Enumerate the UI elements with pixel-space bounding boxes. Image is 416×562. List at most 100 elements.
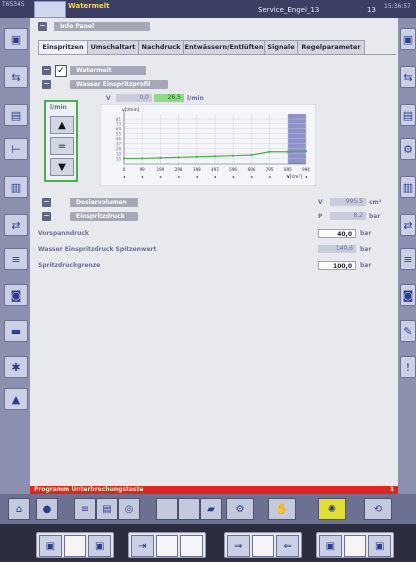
mold-blank-icon[interactable] [180,535,204,557]
log-icon[interactable]: ▲ [4,388,28,410]
watermelt-toggle[interactable]: − [42,66,51,75]
motor-right-icon[interactable]: ▣ [88,535,112,557]
right-sidebar: ▣ ⇆ ▤ ⚙ ▥ ⇄ ≡ ◙ ✎ ! [398,18,416,496]
tab-nachdruck[interactable]: Nachdruck [138,40,184,55]
clock: 15:36:57 [384,3,411,10]
tab-einspritzen[interactable]: Einspritzen [38,40,88,55]
chart-frame [100,104,316,186]
bottom-keypad: ▣ ▣ ⇥ ⇒ ⇐ ▣ ▣ [0,524,416,562]
dosing-icon[interactable]: ≡ [4,248,28,270]
cycle-icon[interactable]: ⇆ [400,66,416,88]
quality-icon[interactable]: ▤ [400,104,416,126]
blank-key-2[interactable] [178,498,200,520]
pressure-value: 8,2 [330,212,366,220]
eject-left-icon[interactable]: ▣ [319,535,342,557]
chart-tick-marker: ◂ [141,174,143,179]
profile-toggle[interactable]: − [42,80,51,89]
home-icon[interactable]: ⌂ [8,498,30,520]
service-icon[interactable]: ◙ [400,284,416,306]
edit-icon[interactable]: ✎ [400,320,416,342]
watermelt-checkbox[interactable]: ✓ [55,65,67,77]
profile-header: Wasser Einspritzprofil [70,80,168,89]
blank-key[interactable] [63,535,87,557]
chart-y-tick-label: 19 [116,151,122,156]
injection-unit-icon[interactable]: ⇆ [4,66,28,88]
app-logo-icon [34,1,66,18]
chart-data-point [232,154,235,157]
process-icon[interactable]: ⇄ [4,214,28,236]
info-panel-toggle[interactable]: − [38,22,47,31]
chart-x-tick-label: 298 [175,167,183,172]
data-icon[interactable]: ≡ [400,248,416,270]
pressure-var: P [318,213,323,220]
nozzle-forward-icon[interactable]: ⇒ [227,535,250,557]
chart-data-point [268,150,271,153]
chart-y-tick-label: 55 [116,131,122,136]
automatic-mode-icon[interactable]: ✺ [318,498,346,520]
temperature-icon[interactable]: ▤ [4,104,28,126]
hand-icon[interactable]: ✋ [268,498,296,520]
app-name: Watermelt [68,2,110,10]
record-icon[interactable]: ● [36,498,58,520]
chart-y-tick-label: 81 [116,117,122,122]
blank-key-1[interactable] [156,498,178,520]
motor-left-icon[interactable]: ▣ [39,535,62,557]
chart-data-point [213,155,217,158]
v-actual: 0,0 [116,94,152,102]
increase-button[interactable]: ▲ [50,116,74,134]
blank-key[interactable] [155,535,179,557]
list-icon[interactable]: ≡ [74,498,96,520]
chart-y-tick-label: 37 [116,141,122,146]
ejector-icon[interactable]: ⊢ [4,138,28,160]
spritzdruckgrenze-input[interactable]: 100,0 [318,261,356,270]
active-page-icon[interactable]: ▥ [400,176,416,198]
decrease-button[interactable]: ▼ [50,158,74,176]
tab-entwaessern[interactable]: Entwässern/Entlüften [183,40,265,55]
spitzenwert-value: 140,6 [318,245,356,253]
equal-button[interactable]: = [50,137,74,155]
spitzenwert-label: Wasser Einspritzdruck Spitzenwert [38,246,157,253]
eject-right-icon[interactable]: ▣ [368,535,392,557]
toolbar: ⌂ ● ≡ ▤ ◎ ▰ ⚙ ✋ ✺ ⟲ [0,494,416,524]
alarm-icon[interactable]: ✱ [4,356,28,378]
chart-y-axis-label: v[l/min] [122,107,140,113]
mold-open-icon[interactable]: ⇥ [131,535,154,557]
chart-x-tick-label: 398 [193,167,201,172]
save-icon[interactable]: ▰ [200,498,222,520]
cycle-mode-icon[interactable]: ⟲ [364,498,392,520]
pressure-unit: bar [369,213,381,220]
dosier-toggle[interactable]: − [42,198,51,207]
nozzle-back-icon[interactable]: ⇐ [276,535,300,557]
tab-signale[interactable]: Signale [264,40,298,55]
settings-icon[interactable]: ⚙ [400,138,416,160]
speed-control: l/min ▲ = ▼ [44,100,78,182]
chart-data-point [195,155,198,158]
settings-gear-icon[interactable]: ⚙ [226,498,254,520]
overview-icon[interactable]: ▣ [400,28,416,50]
core-pull-icon[interactable]: ▥ [4,176,28,198]
key-group-1: ▣ ▣ [36,532,114,558]
target-icon[interactable]: ◎ [118,498,140,520]
tab-umschaltart[interactable]: Umschaltart [87,40,139,55]
chart-data-point [122,157,126,160]
blank-key[interactable] [251,535,275,557]
dosier-header: Dosiervolumen [70,198,138,207]
chart-x-tick-label: 596 [229,167,237,172]
chart-data-point [250,154,253,157]
tab-regelparameter[interactable]: Regelparameter [297,40,365,55]
mold-icon[interactable]: ▣ [4,28,28,50]
chart-x-tick-label: 795 [266,167,274,172]
chart-tick-marker: ◂ [123,174,125,179]
chart-data-point [177,156,180,159]
einspritzdruck-toggle[interactable]: − [42,212,51,221]
chart-y-tick-label: 73 [116,121,122,126]
chart-data-point [141,157,144,160]
blank-key[interactable] [343,535,367,557]
sequence-icon[interactable]: ⇄ [400,214,416,236]
warning-icon[interactable]: ! [400,356,416,378]
robot-icon[interactable]: ◙ [4,284,28,306]
note-icon[interactable]: ▤ [96,498,118,520]
conveyor-icon[interactable]: ▬ [4,320,28,342]
dosier-var: V [318,199,323,206]
vorspanndruck-input[interactable]: 40,0 [318,229,356,238]
